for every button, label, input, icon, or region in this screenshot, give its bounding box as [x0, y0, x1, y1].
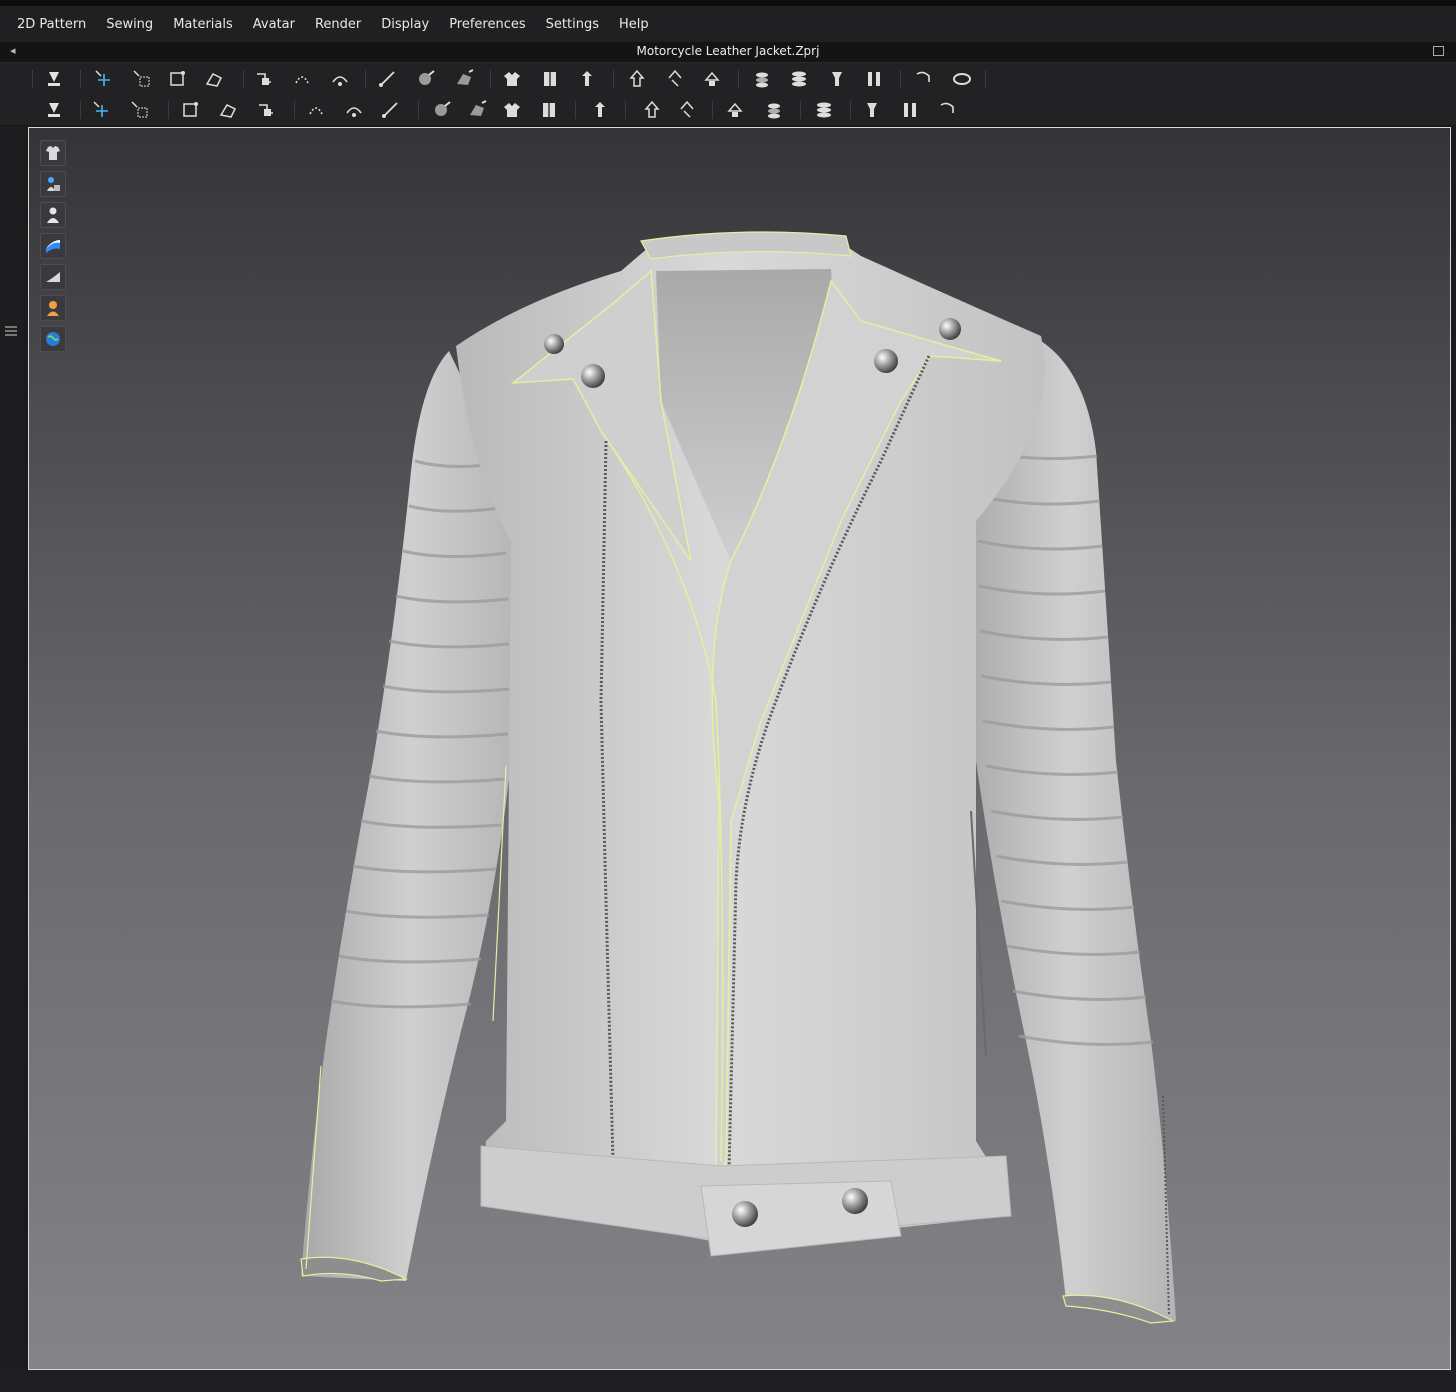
measure-icon[interactable]	[812, 98, 836, 122]
menu-render[interactable]: Render	[305, 17, 371, 32]
fabric-texture-icon[interactable]	[40, 233, 66, 259]
animate-icon[interactable]	[936, 98, 960, 122]
toolbar-separator	[625, 101, 626, 119]
3d-viewport[interactable]	[28, 127, 1451, 1370]
freeze-icon[interactable]	[538, 67, 562, 91]
arrangement-icon[interactable]	[787, 67, 811, 91]
fit-suit-icon[interactable]	[90, 98, 114, 122]
menu-materials[interactable]: Materials	[163, 17, 243, 32]
toolbar-separator	[738, 70, 739, 88]
tape-measure-icon[interactable]	[862, 67, 886, 91]
menu-settings[interactable]: Settings	[536, 17, 609, 32]
avatar-texture-icon[interactable]	[40, 171, 66, 197]
menu-help[interactable]: Help	[609, 17, 659, 32]
box-select-icon[interactable]	[165, 67, 189, 91]
avatar-view-icon[interactable]	[40, 202, 66, 228]
left-side-panel	[0, 126, 24, 1370]
strengthen-icon[interactable]	[625, 67, 649, 91]
status-bar	[0, 1370, 1456, 1392]
puckering-icon[interactable]	[342, 98, 366, 122]
avatar-measure-icon[interactable]	[825, 67, 849, 91]
jacket-3d-model[interactable]	[29, 128, 1450, 1369]
toolbar-separator	[900, 70, 901, 88]
shrinkage-icon[interactable]	[663, 67, 687, 91]
skin-icon[interactable]	[40, 295, 66, 321]
zipper-icon[interactable]	[588, 98, 612, 122]
length-icon[interactable]	[950, 67, 974, 91]
select-button-icon[interactable]	[537, 98, 561, 122]
toolbar-separator	[613, 70, 614, 88]
toolbar-separator	[418, 101, 419, 119]
select-graphic-icon[interactable]	[723, 98, 747, 122]
toolbar-separator	[850, 101, 851, 119]
pin-trims-icon[interactable]	[216, 98, 240, 122]
pose-icon[interactable]	[42, 98, 66, 122]
buttonhole-icon[interactable]	[465, 98, 489, 122]
layer-clone-icon[interactable]	[750, 67, 774, 91]
viewport-side-toolbar	[40, 140, 66, 357]
collar-stud-left-bottom	[581, 364, 605, 388]
window-title-bar: ◂ Motorcycle Leather Jacket.Zprj	[0, 42, 1456, 63]
toolbar-3d-tools-row-1	[0, 63, 1456, 95]
menu-display[interactable]: Display	[371, 17, 439, 32]
belt-stud-left	[732, 1201, 758, 1227]
tack-on-avatar-icon[interactable]	[328, 67, 352, 91]
toolbar-separator	[80, 101, 81, 119]
brush-pin-icon[interactable]	[452, 67, 476, 91]
tape-icon[interactable]	[375, 67, 399, 91]
gather-icon[interactable]	[500, 98, 524, 122]
surface-icon[interactable]	[40, 264, 66, 290]
list-icon[interactable]	[5, 326, 17, 336]
toolbar-separator	[294, 101, 295, 119]
menu-sewing[interactable]: Sewing	[96, 17, 163, 32]
button-icon[interactable]	[430, 98, 454, 122]
edit-pattern-icon[interactable]	[202, 67, 226, 91]
collar-stud-right-top	[939, 318, 961, 340]
texture-icon[interactable]	[675, 98, 699, 122]
select-mesh-icon[interactable]	[130, 67, 154, 91]
menu-bar: 2D Pattern Sewing Materials Avatar Rende…	[0, 6, 1456, 42]
toolbar-separator	[712, 101, 713, 119]
toolbar-3d-tools-row-2	[0, 94, 1456, 126]
belt-stud-right	[842, 1188, 868, 1214]
layer-icon[interactable]	[700, 67, 724, 91]
toolbar-separator	[365, 70, 366, 88]
circumference-icon[interactable]	[912, 67, 936, 91]
fold-icon[interactable]	[500, 67, 524, 91]
collar-stud-right-bottom	[874, 349, 898, 373]
tack-icon[interactable]	[290, 67, 314, 91]
toolbar-separator	[243, 70, 244, 88]
toolbar-separator	[490, 70, 491, 88]
window-title: Motorcycle Leather Jacket.Zprj	[636, 44, 820, 58]
menu-2d-pattern[interactable]: 2D Pattern	[0, 17, 96, 32]
graphic-transform-icon[interactable]	[762, 98, 786, 122]
toolbar-separator	[32, 70, 33, 88]
belt-tab	[700, 1180, 902, 1257]
shape-icon[interactable]	[898, 98, 922, 122]
fold-tool-icon[interactable]	[860, 98, 884, 122]
menu-preferences[interactable]: Preferences	[439, 17, 535, 32]
simulation-icon[interactable]	[42, 67, 66, 91]
toolbar-separator	[80, 70, 81, 88]
deactivate-icon[interactable]	[575, 67, 599, 91]
transform-pattern-icon[interactable]	[92, 67, 116, 91]
toolbar-separator	[800, 101, 801, 119]
toolbar-separator	[168, 101, 169, 119]
garment-fit-icon[interactable]	[254, 98, 278, 122]
stitch-icon[interactable]	[304, 98, 328, 122]
graphic-icon[interactable]	[640, 98, 664, 122]
toolbar-separator	[575, 101, 576, 119]
avatar-edit-icon[interactable]	[128, 98, 152, 122]
select-trims-icon[interactable]	[178, 98, 202, 122]
fold-arrangement-icon[interactable]	[252, 67, 276, 91]
garment-view-icon[interactable]	[40, 140, 66, 166]
environment-icon[interactable]	[40, 326, 66, 352]
menu-avatar[interactable]: Avatar	[243, 17, 305, 32]
toolbar-separator	[985, 70, 986, 88]
undock-window-icon[interactable]	[1433, 46, 1444, 56]
pin-icon[interactable]	[414, 67, 438, 91]
topstitch-icon[interactable]	[378, 98, 402, 122]
collar-stud-left-top	[544, 334, 564, 354]
